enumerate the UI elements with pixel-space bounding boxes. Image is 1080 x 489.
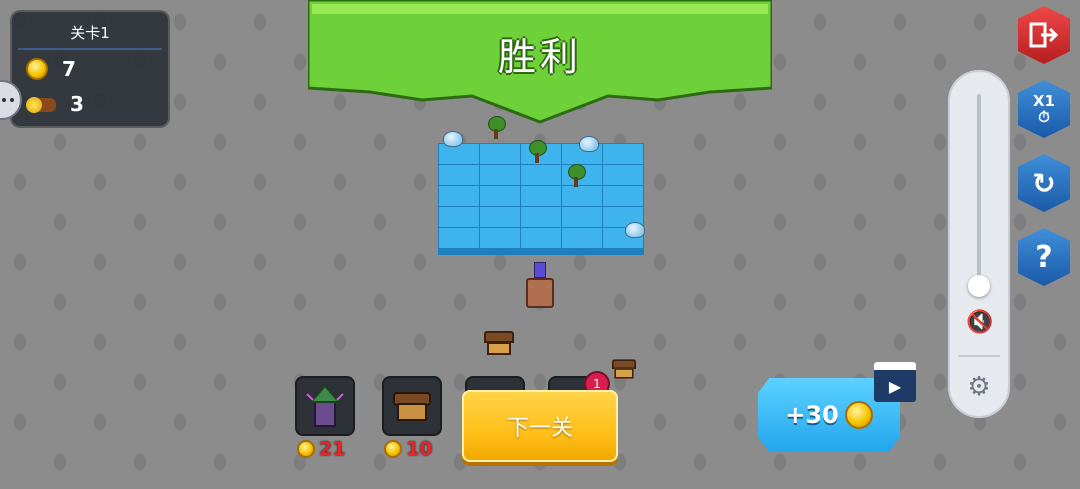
slime-enemy bbox=[579, 136, 599, 152]
victory-banner: 胜利 bbox=[306, 0, 774, 124]
reward-amount: +30 bbox=[785, 401, 839, 429]
clapperboard-icon: ▶ bbox=[874, 362, 916, 402]
coin-count: 7 bbox=[62, 57, 76, 81]
log-counter: 3 bbox=[26, 92, 84, 116]
lumber-hut-card[interactable] bbox=[384, 378, 440, 434]
coin-icon bbox=[26, 58, 48, 80]
tree-icon bbox=[527, 140, 547, 164]
restart-icon: ↻ bbox=[1032, 166, 1056, 200]
shop-item-mage-tower[interactable]: 21 bbox=[297, 378, 353, 460]
level-label: 关卡1 bbox=[70, 24, 110, 42]
price-value: 10 bbox=[406, 438, 433, 460]
log-count: 3 bbox=[70, 92, 84, 116]
help-icon: ? bbox=[1035, 239, 1053, 275]
tree-icon bbox=[486, 116, 506, 140]
castle-tower[interactable] bbox=[523, 262, 557, 308]
volume-slider-knob[interactable] bbox=[968, 275, 990, 297]
exit-icon bbox=[1029, 22, 1059, 48]
price-tag: 10 bbox=[384, 438, 440, 460]
victory-title: 胜利 bbox=[497, 35, 582, 79]
lumber-hut-icon bbox=[393, 392, 431, 421]
next-level-button[interactable]: 下一关 bbox=[462, 390, 618, 462]
price-value: 21 bbox=[319, 438, 346, 460]
mage-tower-icon bbox=[306, 384, 344, 427]
lumber-hut[interactable] bbox=[484, 331, 514, 355]
panel-divider bbox=[18, 48, 162, 50]
volume-slider-track[interactable] bbox=[977, 94, 981, 284]
tree-icon bbox=[566, 164, 586, 188]
gear-icon[interactable]: ⚙ bbox=[964, 372, 994, 402]
coin-icon bbox=[297, 440, 315, 458]
coin-icon bbox=[844, 401, 873, 429]
slime-enemy bbox=[443, 131, 463, 147]
level-panel: 关卡1 7 3 bbox=[12, 12, 168, 126]
log-icon bbox=[26, 94, 56, 114]
speed-label: X1 bbox=[1032, 92, 1055, 110]
mute-icon[interactable]: 🔇 bbox=[966, 310, 993, 336]
stopwatch-icon: ⏱ bbox=[1038, 108, 1050, 126]
volume-panel: 🔇 ⚙ bbox=[948, 70, 1010, 418]
lumber-hut[interactable] bbox=[612, 359, 636, 379]
panel-divider bbox=[958, 355, 1000, 357]
mage-tower-card[interactable] bbox=[297, 378, 353, 434]
price-tag: 21 bbox=[297, 438, 353, 460]
coin-counter: 7 bbox=[26, 57, 76, 81]
slime-enemy bbox=[625, 222, 645, 238]
shop-item-lumber-hut[interactable]: 10 bbox=[384, 378, 440, 460]
coin-icon bbox=[384, 440, 402, 458]
